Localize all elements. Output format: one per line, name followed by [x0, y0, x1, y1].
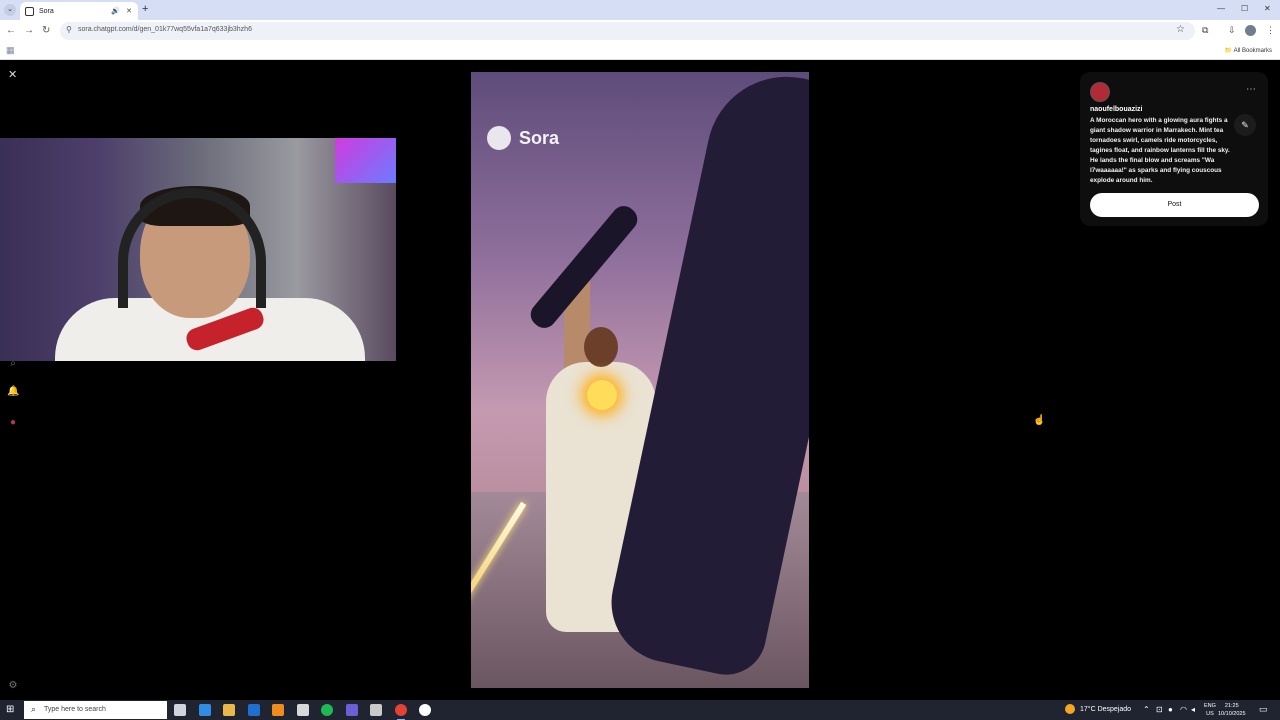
volume-icon[interactable]: ◂ [1191, 705, 1195, 714]
close-window-button[interactable]: ✕ [1264, 4, 1271, 13]
task-view-icon[interactable] [174, 704, 186, 716]
start-button[interactable]: ⊞ [6, 704, 18, 716]
bookmark-star-icon[interactable]: ☆ [1176, 24, 1185, 35]
video-player[interactable]: Sora [471, 72, 809, 688]
address-bar[interactable]: ⚲ sora.chatgpt.com/d/gen_01k77wq55vfa1a7… [60, 22, 1195, 40]
language-indicator[interactable]: ENG US [1204, 702, 1216, 718]
bell-icon[interactable]: 🔔 [7, 386, 19, 398]
reload-button[interactable]: ↻ [42, 25, 50, 36]
avatar[interactable] [1090, 82, 1110, 102]
folder-icon: 📁 [1224, 48, 1233, 54]
downloads-icon[interactable]: ⇩ [1228, 25, 1236, 36]
obs-icon[interactable] [370, 704, 382, 716]
background-monitor [335, 138, 396, 183]
sora-watermark: Sora [487, 126, 559, 150]
browser-menu-icon[interactable]: ⋮ [1266, 25, 1275, 36]
post-button[interactable]: Post [1090, 193, 1259, 217]
lang-region: US [1206, 711, 1214, 717]
search-placeholder: Type here to search [44, 706, 106, 713]
tab-title: Sora [39, 7, 54, 15]
edge-icon[interactable] [199, 704, 211, 716]
profile-icon[interactable]: ● [7, 417, 19, 429]
tab-search-button[interactable]: ⌄ [4, 4, 16, 16]
weather-widget[interactable]: 17°C Despejado [1065, 704, 1131, 714]
site-info-icon[interactable]: ⚲ [66, 25, 72, 34]
discord-icon[interactable] [346, 704, 358, 716]
forward-button[interactable]: → [24, 25, 34, 36]
chrome-icon[interactable] [395, 704, 407, 720]
outlook-icon[interactable] [248, 704, 260, 716]
network-icon[interactable]: ⊡ [1156, 705, 1163, 714]
sora-favicon-icon [25, 6, 34, 16]
username[interactable]: naoufelbouazizi [1090, 106, 1143, 113]
edit-icon[interactable]: ✎ [1234, 114, 1256, 136]
url-text[interactable]: sora.chatgpt.com/d/gen_01k77wq55vfa1a7q6… [78, 26, 252, 33]
taskbar-search-box[interactable]: ⌕ Type here to search [24, 701, 167, 719]
apps-grid-icon[interactable]: ▦ [6, 45, 15, 56]
file-explorer-icon[interactable] [223, 704, 235, 716]
all-bookmarks-label: All Bookmarks [1233, 48, 1272, 54]
clock-time: 21:25 [1224, 703, 1239, 709]
spotify-icon[interactable] [321, 704, 333, 716]
minimize-button[interactable]: — [1217, 4, 1225, 13]
calendar-icon[interactable] [297, 704, 309, 716]
back-button[interactable]: ← [6, 25, 16, 36]
sora-page: ✕ ⌕ 🔔 ● ⚙ Sora ⋯ naoufelbouazizi A Moroc… [0, 60, 1280, 700]
app-icon-orange[interactable] [272, 704, 284, 716]
search-icon: ⌕ [31, 704, 37, 714]
browser-tab-bar: ⌄ Sora 🔊 ✕ + — ☐ ✕ [0, 0, 1280, 20]
close-icon[interactable]: ✕ [8, 68, 17, 81]
webcam-overlay [0, 138, 396, 361]
extensions-icon[interactable]: ⧉ [1202, 25, 1208, 36]
bookmarks-bar: ▦ 📁 All Bookmarks [0, 42, 1280, 60]
mic-icon[interactable]: ● [1168, 705, 1173, 714]
all-bookmarks-button[interactable]: 📁 All Bookmarks [1225, 47, 1272, 54]
sora-logo-icon [487, 126, 511, 150]
tab-audio-icon[interactable]: 🔊 [111, 7, 120, 15]
weather-text: 17°C Despejado [1080, 705, 1132, 713]
profile-avatar[interactable] [1245, 25, 1256, 36]
watermark-text: Sora [519, 127, 560, 148]
settings-icon[interactable]: ⚙ [7, 680, 19, 692]
maximize-button[interactable]: ☐ [1241, 4, 1248, 13]
glowing-sun-emblem [587, 380, 617, 410]
windows-taskbar: ⊞ ⌕ Type here to search 17°C Despejado ⌃… [0, 700, 1280, 720]
clock[interactable]: 21:25 10/10/2025 [1218, 702, 1246, 718]
more-options-icon[interactable]: ⋯ [1246, 84, 1256, 95]
post-info-card: ⋯ naoufelbouazizi A Moroccan hero with a… [1080, 72, 1268, 226]
hand-cursor-icon: ☝ [1033, 415, 1046, 426]
notifications-icon[interactable]: ▭ [1259, 704, 1268, 715]
tab-close-icon[interactable]: ✕ [126, 7, 132, 15]
lang-code: ENG [1204, 703, 1216, 709]
hero-head [584, 327, 618, 367]
chatgpt-icon[interactable] [419, 704, 431, 716]
new-tab-button[interactable]: + [142, 3, 148, 15]
wifi-icon[interactable]: ◠ [1180, 705, 1187, 714]
clock-date: 10/10/2025 [1218, 711, 1246, 717]
weather-sun-icon [1065, 704, 1075, 714]
tray-chevron-icon[interactable]: ⌃ [1143, 705, 1150, 714]
browser-toolbar: ← → ↻ ⚲ sora.chatgpt.com/d/gen_01k77wq55… [0, 20, 1280, 42]
tab-sora[interactable]: Sora 🔊 ✕ [20, 2, 138, 20]
prompt-text: A Moroccan hero with a glowing aura figh… [1090, 117, 1230, 184]
